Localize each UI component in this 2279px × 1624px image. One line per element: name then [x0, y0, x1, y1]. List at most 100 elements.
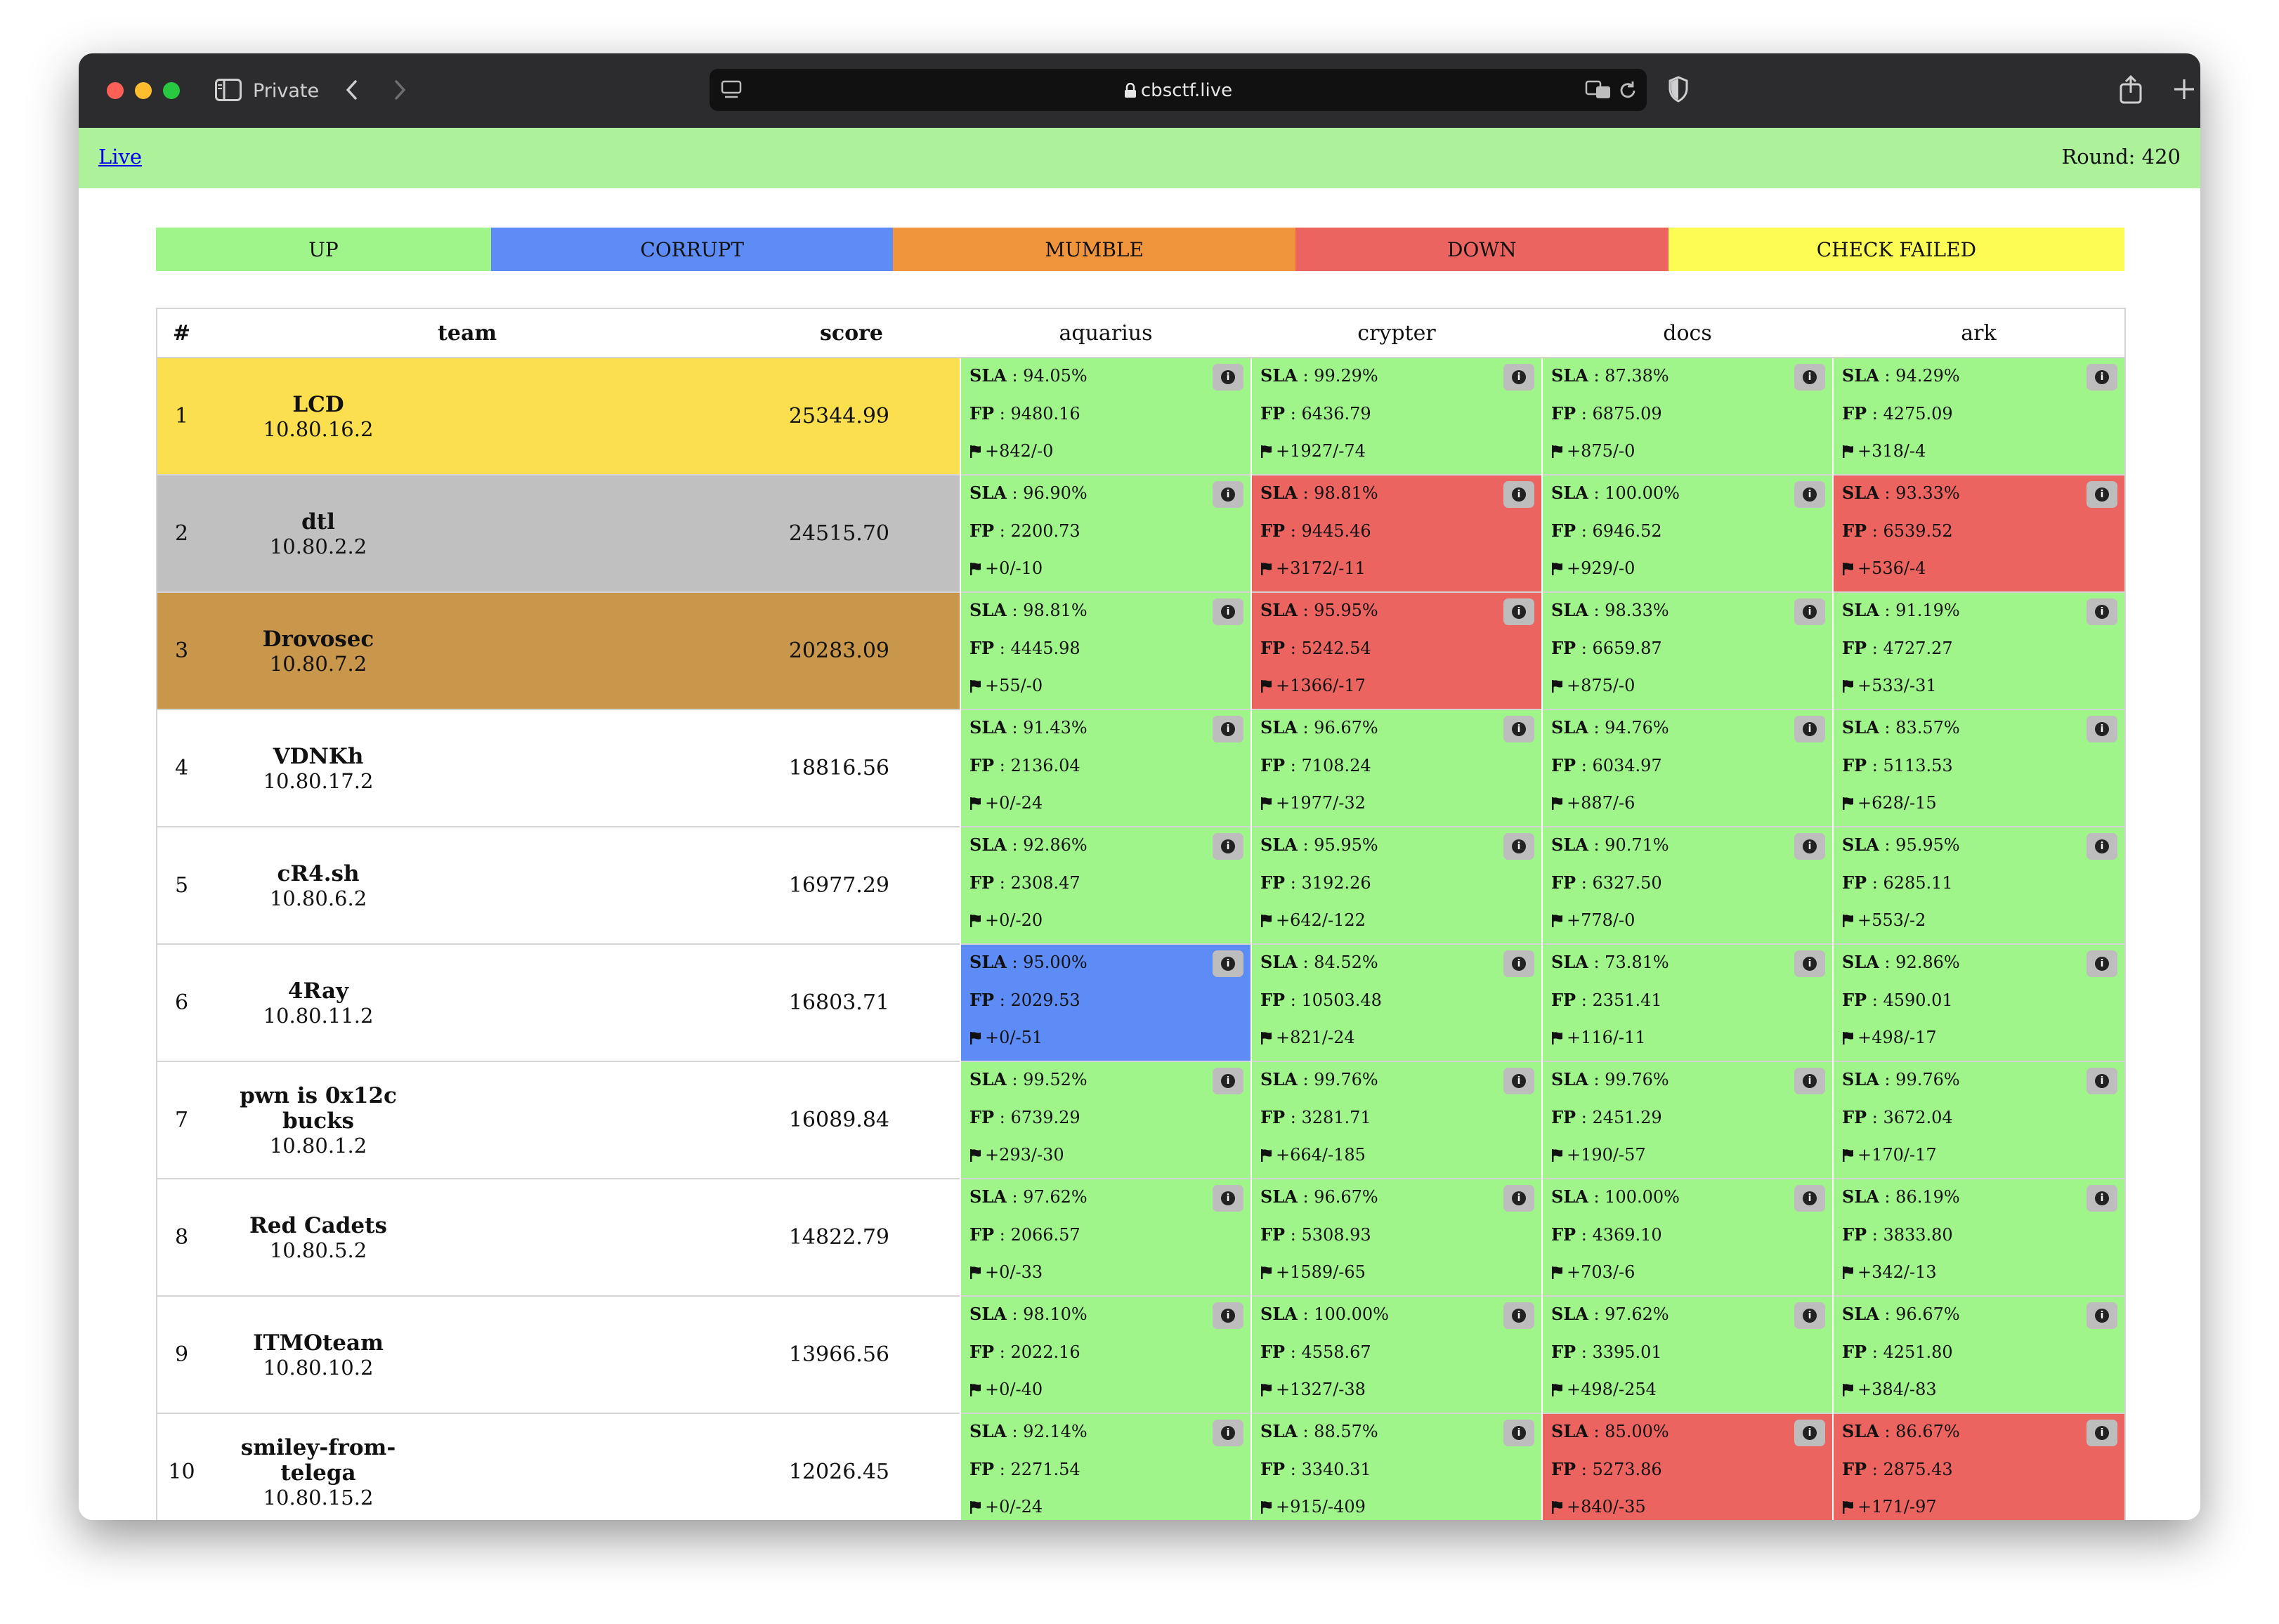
sla-value: 99.29% [1314, 366, 1378, 386]
flags-value: +842/-0 [985, 441, 1054, 461]
translate-icon[interactable] [1585, 80, 1612, 103]
sla-value: 97.62% [1023, 1187, 1088, 1207]
shield-icon[interactable] [1668, 76, 1689, 105]
info-button[interactable]: i [2087, 1185, 2117, 1212]
info-button[interactable]: i [1503, 1302, 1534, 1329]
flags-line: +116/-11 [1551, 1028, 1646, 1047]
fp-label: FP [1842, 1459, 1867, 1479]
sla-line: SLA : 95.00% [969, 952, 1088, 972]
info-button[interactable]: i [1503, 833, 1534, 860]
close-window-button[interactable] [107, 82, 124, 99]
info-button[interactable]: i [1503, 1185, 1534, 1212]
info-button[interactable]: i [1213, 716, 1243, 742]
sla-line: SLA : 99.76% [1551, 1069, 1669, 1089]
info-button[interactable]: i [2087, 716, 2117, 742]
sla-label: SLA [1551, 1421, 1588, 1441]
info-button[interactable]: i [1794, 364, 1825, 391]
address-bar[interactable]: cbsctf.live [710, 69, 1647, 111]
sla-line: SLA : 99.52% [969, 1069, 1088, 1089]
flags-value: +342/-13 [1857, 1262, 1937, 1282]
sla-value: 96.67% [1314, 1187, 1378, 1207]
fp-label: FP [1842, 990, 1867, 1010]
flags-line: +664/-185 [1260, 1145, 1366, 1165]
info-icon: i [1221, 1074, 1235, 1088]
info-button[interactable]: i [2087, 1420, 2117, 1446]
info-button[interactable]: i [1794, 716, 1825, 742]
info-button[interactable]: i [1503, 1420, 1534, 1446]
info-button[interactable]: i [1794, 950, 1825, 977]
service-cell-ark: SLA : 96.67% FP : 4251.80 +384/-83 i [1832, 1295, 2126, 1413]
flags-line: +498/-254 [1551, 1380, 1657, 1399]
service-cell-crypter: SLA : 88.57% FP : 3340.31 +915/-409 i [1250, 1413, 1542, 1520]
info-icon: i [2095, 722, 2109, 736]
private-label: Private [253, 80, 320, 102]
info-icon: i [1803, 1426, 1817, 1440]
minimize-window-button[interactable] [135, 82, 152, 99]
info-button[interactable]: i [1213, 1185, 1243, 1212]
team-rank: 8 [156, 1178, 206, 1296]
info-button[interactable]: i [2087, 481, 2117, 508]
info-button[interactable]: i [1213, 1302, 1243, 1329]
info-button[interactable]: i [1213, 598, 1243, 625]
info-button[interactable]: i [1794, 1185, 1825, 1212]
forward-button[interactable] [388, 77, 410, 105]
info-button[interactable]: i [1213, 364, 1243, 391]
flags-value: +642/-122 [1276, 910, 1366, 930]
info-button[interactable]: i [2087, 1302, 2117, 1329]
sla-value: 96.67% [1895, 1304, 1960, 1324]
service-cell-crypter: SLA : 95.95% FP : 5242.54 +1366/-17 i [1250, 591, 1542, 709]
info-button[interactable]: i [1503, 716, 1534, 742]
sla-label: SLA [1260, 1069, 1298, 1089]
live-link[interactable]: Live [98, 145, 142, 169]
sla-label: SLA [1842, 952, 1879, 972]
team-header: team [206, 308, 497, 358]
info-button[interactable]: i [1213, 1420, 1243, 1446]
info-button[interactable]: i [1503, 364, 1534, 391]
zoom-window-button[interactable] [163, 82, 180, 99]
info-button[interactable]: i [2087, 833, 2117, 860]
info-icon: i [2095, 1426, 2109, 1440]
info-button[interactable]: i [2087, 598, 2117, 625]
flag-icon [970, 1501, 981, 1514]
url-text[interactable]: cbsctf.live [710, 80, 1647, 101]
info-button[interactable]: i [1794, 1068, 1825, 1094]
info-button[interactable]: i [1503, 481, 1534, 508]
fp-value: 3340.31 [1301, 1460, 1371, 1479]
info-button[interactable]: i [1503, 598, 1534, 625]
sla-line: SLA : 87.38% [1551, 365, 1669, 386]
info-button[interactable]: i [1794, 1420, 1825, 1446]
info-button[interactable]: i [1794, 481, 1825, 508]
team-score: 16977.29 [431, 826, 960, 944]
info-button[interactable]: i [2087, 1068, 2117, 1094]
sla-label: SLA [1260, 365, 1298, 386]
info-button[interactable]: i [1794, 833, 1825, 860]
info-button[interactable]: i [1794, 1302, 1825, 1329]
service-cell-docs: SLA : 100.00% FP : 4369.10 +703/-6 i [1541, 1178, 1833, 1296]
sla-label: SLA [1842, 365, 1879, 386]
info-button[interactable]: i [1503, 1068, 1534, 1094]
info-button[interactable]: i [2087, 364, 2117, 391]
service-cell-ark: SLA : 86.19% FP : 3833.80 +342/-13 i [1832, 1178, 2126, 1296]
info-button[interactable]: i [1503, 950, 1534, 977]
team-ip: 10.80.11.2 [263, 1003, 374, 1028]
fp-label: FP [1260, 403, 1286, 424]
info-button[interactable]: i [1213, 833, 1243, 860]
info-button[interactable]: i [1213, 950, 1243, 977]
flags-line: +703/-6 [1551, 1262, 1635, 1282]
info-button[interactable]: i [2087, 950, 2117, 977]
flags-line: +875/-0 [1551, 676, 1635, 695]
share-icon[interactable] [2119, 74, 2143, 107]
service-cell-aquarius: SLA : 95.00% FP : 2029.53 +0/-51 i [960, 943, 1251, 1061]
flags-value: +0/-51 [985, 1028, 1043, 1047]
team-name: VDNKh [273, 743, 364, 769]
new-tab-icon[interactable] [2172, 77, 2196, 104]
info-button[interactable]: i [1213, 481, 1243, 508]
info-icon: i [1512, 1426, 1526, 1440]
info-button[interactable]: i [1213, 1068, 1243, 1094]
back-button[interactable] [341, 77, 364, 105]
scoreboard-table: # team score aquarius crypter docs ark 1… [156, 308, 2126, 1520]
team-name: cR4.sh [277, 860, 360, 886]
sidebar-toggle-icon[interactable] [215, 79, 242, 104]
reload-icon[interactable] [1617, 80, 1638, 104]
info-button[interactable]: i [1794, 598, 1825, 625]
